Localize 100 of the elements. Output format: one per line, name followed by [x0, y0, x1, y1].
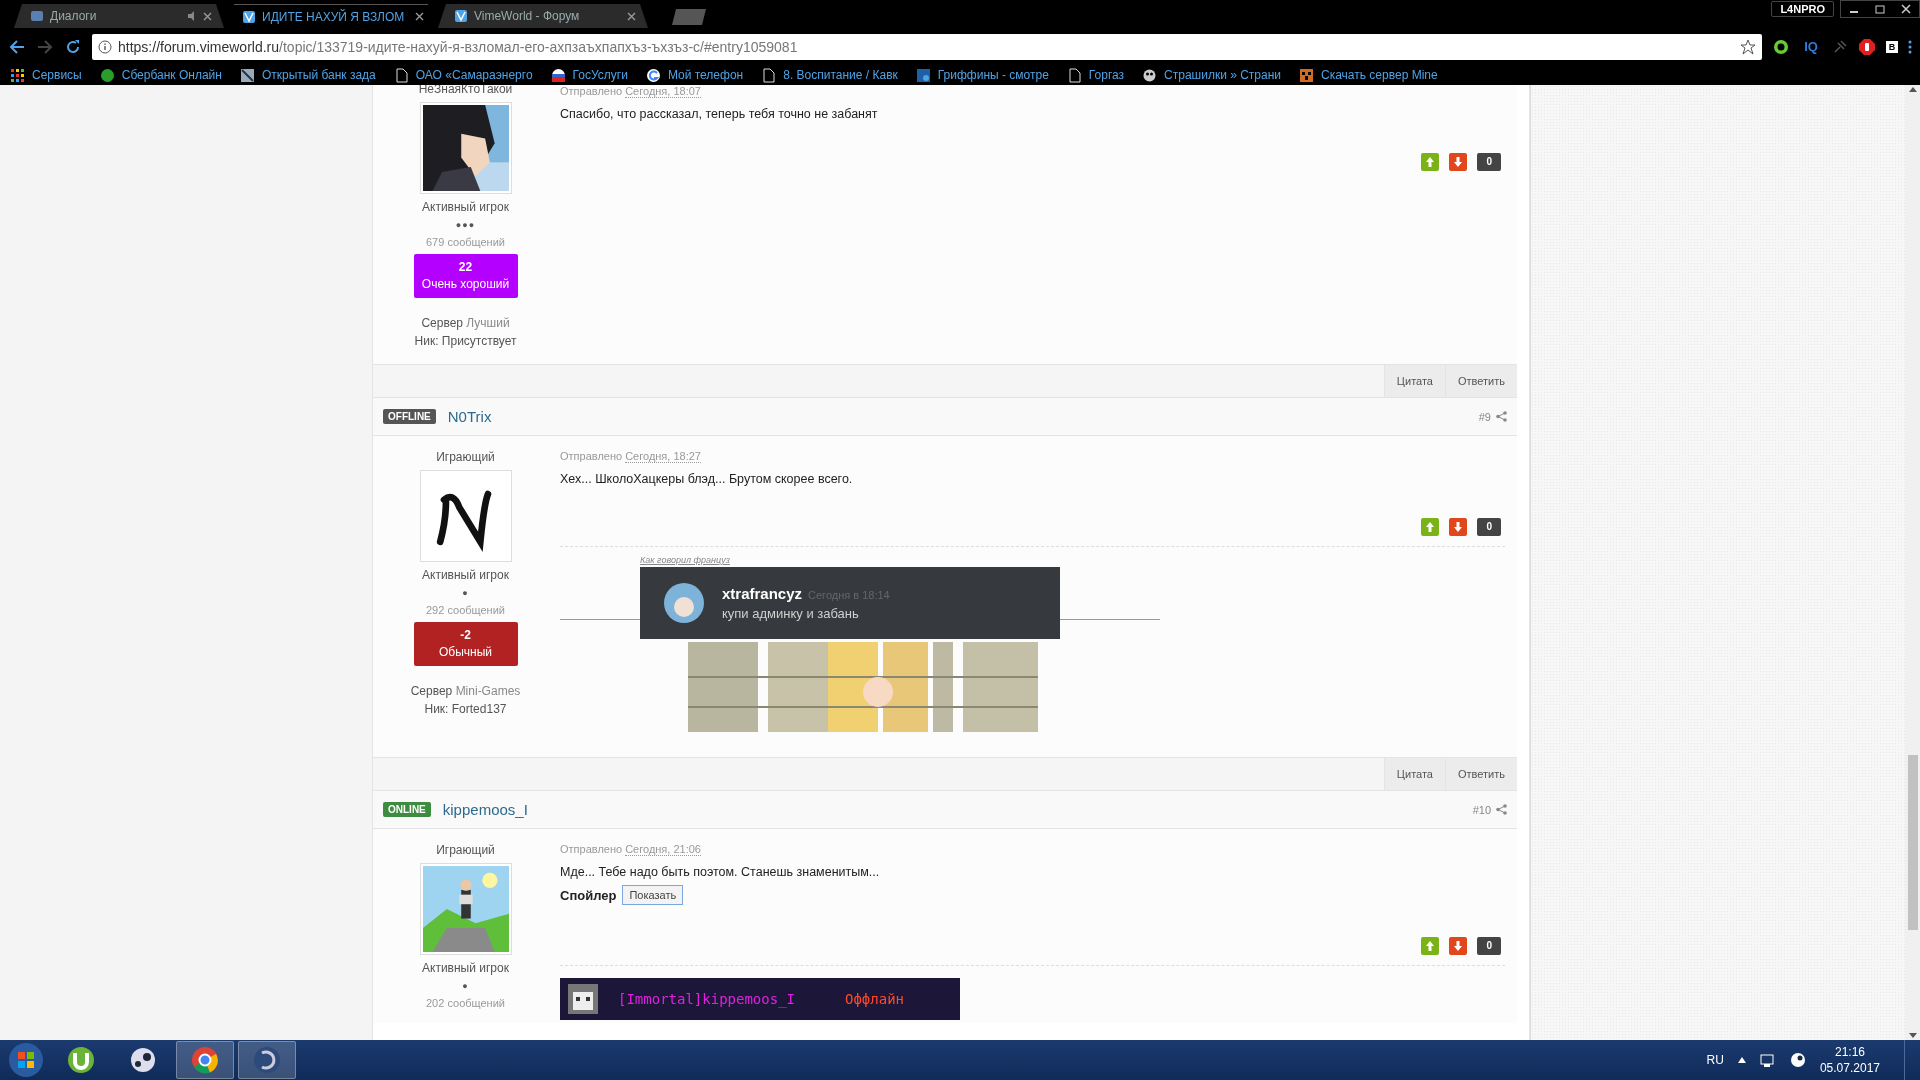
g-letter-icon: [645, 67, 661, 83]
rank-dots: ●: [462, 588, 469, 598]
post-action-button[interactable]: Ответить: [1444, 758, 1517, 790]
profile-name[interactable]: L4NPRO: [1771, 1, 1834, 17]
clock-date[interactable]: 05.07.2017: [1819, 1060, 1880, 1076]
language-indicator[interactable]: RU: [1706, 1053, 1724, 1067]
post-text: Хех... ШколоХацкеры блэд... Брутом скорее всего.: [560, 472, 854, 486]
block-face-icon: [568, 984, 598, 1014]
reputation-badge: -2 Обычный: [413, 622, 518, 666]
downvote-icon[interactable]: [1449, 518, 1468, 536]
bookmark[interactable]: ОАО «Самараэнерго: [393, 67, 533, 83]
vote-count: 0: [1477, 937, 1501, 955]
clock-time[interactable]: 21:16: [1834, 1044, 1865, 1060]
spoiler-label: Спойлер: [560, 887, 617, 903]
url-text: https://forum.vimeworld.ru/topic/133719-идите-нахуй-я-взломал-его-ахпзаъхпапхъз-ъхзъз-с/#entry1059081: [118, 38, 799, 55]
page-icon: [1066, 67, 1082, 83]
torrent-icon[interactable]: [66, 1045, 96, 1075]
bookmark[interactable]: 8. Воспитание / Кавк: [761, 67, 898, 83]
scrollbar-thumb[interactable]: [1907, 755, 1918, 930]
post-action-button[interactable]: Цитата: [1383, 365, 1445, 397]
chrome-icon[interactable]: [190, 1045, 220, 1075]
page-icon: [393, 67, 409, 83]
share-icon[interactable]: [1496, 411, 1507, 422]
message-count: 679 сообщений: [426, 236, 505, 248]
close-icon[interactable]: [203, 11, 212, 21]
user-rank: Активный игрок: [422, 568, 509, 582]
steam-icon[interactable]: [128, 1045, 158, 1075]
bookmark[interactable]: Мой телефон: [645, 67, 744, 83]
reputation-badge: 22 Очень хороший: [413, 254, 518, 298]
scroll-down-icon[interactable]: [1908, 1033, 1917, 1038]
tray-arrow-icon[interactable]: [1737, 1057, 1746, 1063]
new-tab-button[interactable]: [672, 9, 706, 25]
downvote-icon[interactable]: [1449, 153, 1468, 171]
server-info: Сервер Лучший: [420, 315, 511, 332]
square-icon: [239, 67, 255, 83]
player-status: Оффлайн: [845, 991, 905, 1007]
vote-count: 0: [1477, 153, 1501, 171]
message-count: 292 сообщений: [426, 604, 505, 616]
post-date: Отправлено Сегодня, 21:06: [560, 843, 702, 855]
rank-dots: ●●●: [455, 220, 476, 230]
bookmark[interactable]: Открытый банк зада: [239, 67, 376, 83]
show-button[interactable]: Показать: [622, 885, 684, 905]
player-name: [Immortal]kippemoos_I: [618, 991, 795, 1007]
bookmark[interactable]: Скачать сервер Mine: [1299, 67, 1438, 83]
post-number[interactable]: #10: [1472, 803, 1491, 816]
swirl-icon[interactable]: [252, 1045, 282, 1075]
bookmark[interactable]: Горгаз: [1066, 67, 1125, 83]
post-action-button[interactable]: Цитата: [1383, 758, 1445, 790]
rank-dots: ●: [462, 981, 469, 991]
star-icon[interactable]: [1740, 38, 1756, 55]
address-bar[interactable]: https://forum.vimeworld.ru/topic/133719-идите-нахуй-я-взломал-его-ахпзаъхпапхъз-ъхзъз-с/#entry1059081: [92, 33, 1762, 60]
post-action-button[interactable]: Ответить: [1444, 365, 1517, 397]
author-link[interactable]: N0Trix: [447, 408, 1467, 425]
user-rank: Активный игрок: [422, 200, 509, 214]
extension-button[interactable]: B: [1886, 40, 1898, 53]
back-icon[interactable]: [8, 37, 26, 56]
menu-icon[interactable]: [1908, 38, 1912, 55]
browser-tab[interactable]: Диалоги: [14, 4, 224, 28]
bookmark[interactable]: Сервисы: [10, 67, 82, 83]
flag-icon: [550, 67, 566, 83]
avatar-circle-icon: [664, 583, 704, 623]
bookmark[interactable]: Страшилки » Страни: [1142, 67, 1282, 83]
chat-icon: [30, 9, 44, 23]
reload-icon[interactable]: [64, 37, 82, 56]
vote-count: 0: [1477, 518, 1501, 536]
bookmark[interactable]: Сбербанк Онлайн: [99, 67, 222, 83]
user-rank: Активный игрок: [422, 961, 509, 975]
chat-username: xtrafrancyz: [722, 585, 803, 602]
message-count: 202 сообщений: [426, 997, 505, 1009]
network-icon[interactable]: [1759, 1052, 1776, 1068]
signature-caption[interactable]: Как говорил француз: [640, 555, 1060, 565]
author-link[interactable]: kippemoos_I: [442, 801, 1461, 818]
browser-tab[interactable]: VimeWorld - Форум: [438, 4, 648, 28]
scroll-up-icon[interactable]: [1908, 87, 1917, 92]
post-date: Отправлено Сегодня, 18:27: [560, 450, 702, 462]
close-icon[interactable]: [627, 11, 636, 21]
post-text: Мде... Тебе надо быть поэтом. Станешь знаменитым...: [560, 865, 881, 879]
nick-info: Ник: Forted137: [423, 701, 508, 718]
chat-message: купи админку и забань: [722, 606, 860, 621]
post-text: Спасибо, что рассказал, теперь тебя точно не забанят: [560, 107, 879, 121]
page-icon: [761, 67, 777, 83]
user-group: Играющий: [436, 450, 495, 464]
pin-icon[interactable]: [1832, 38, 1848, 55]
apps-grid-icon: [10, 67, 25, 83]
close-icon[interactable]: [415, 12, 424, 21]
bookmark[interactable]: ГосУслуги: [550, 67, 628, 83]
steam-icon[interactable]: [1789, 1052, 1806, 1068]
post-number[interactable]: #9: [1478, 410, 1491, 423]
server-info: Сервер Mini-Games: [410, 683, 521, 700]
extension-button[interactable]: IQ: [1800, 39, 1822, 54]
status-label: ONLINE: [383, 802, 431, 817]
user-group: Играющий: [436, 843, 495, 857]
ring-icon[interactable]: [1772, 37, 1790, 56]
stop-hand-icon[interactable]: [1858, 37, 1876, 56]
post-date: Отправлено Сегодня, 18:07: [560, 85, 702, 97]
downvote-icon[interactable]: [1449, 937, 1468, 955]
square-icon: [915, 67, 931, 83]
bookmark[interactable]: Гриффины - смотре: [915, 67, 1049, 83]
status-label: OFFLINE: [383, 409, 436, 424]
share-icon[interactable]: [1496, 804, 1507, 815]
